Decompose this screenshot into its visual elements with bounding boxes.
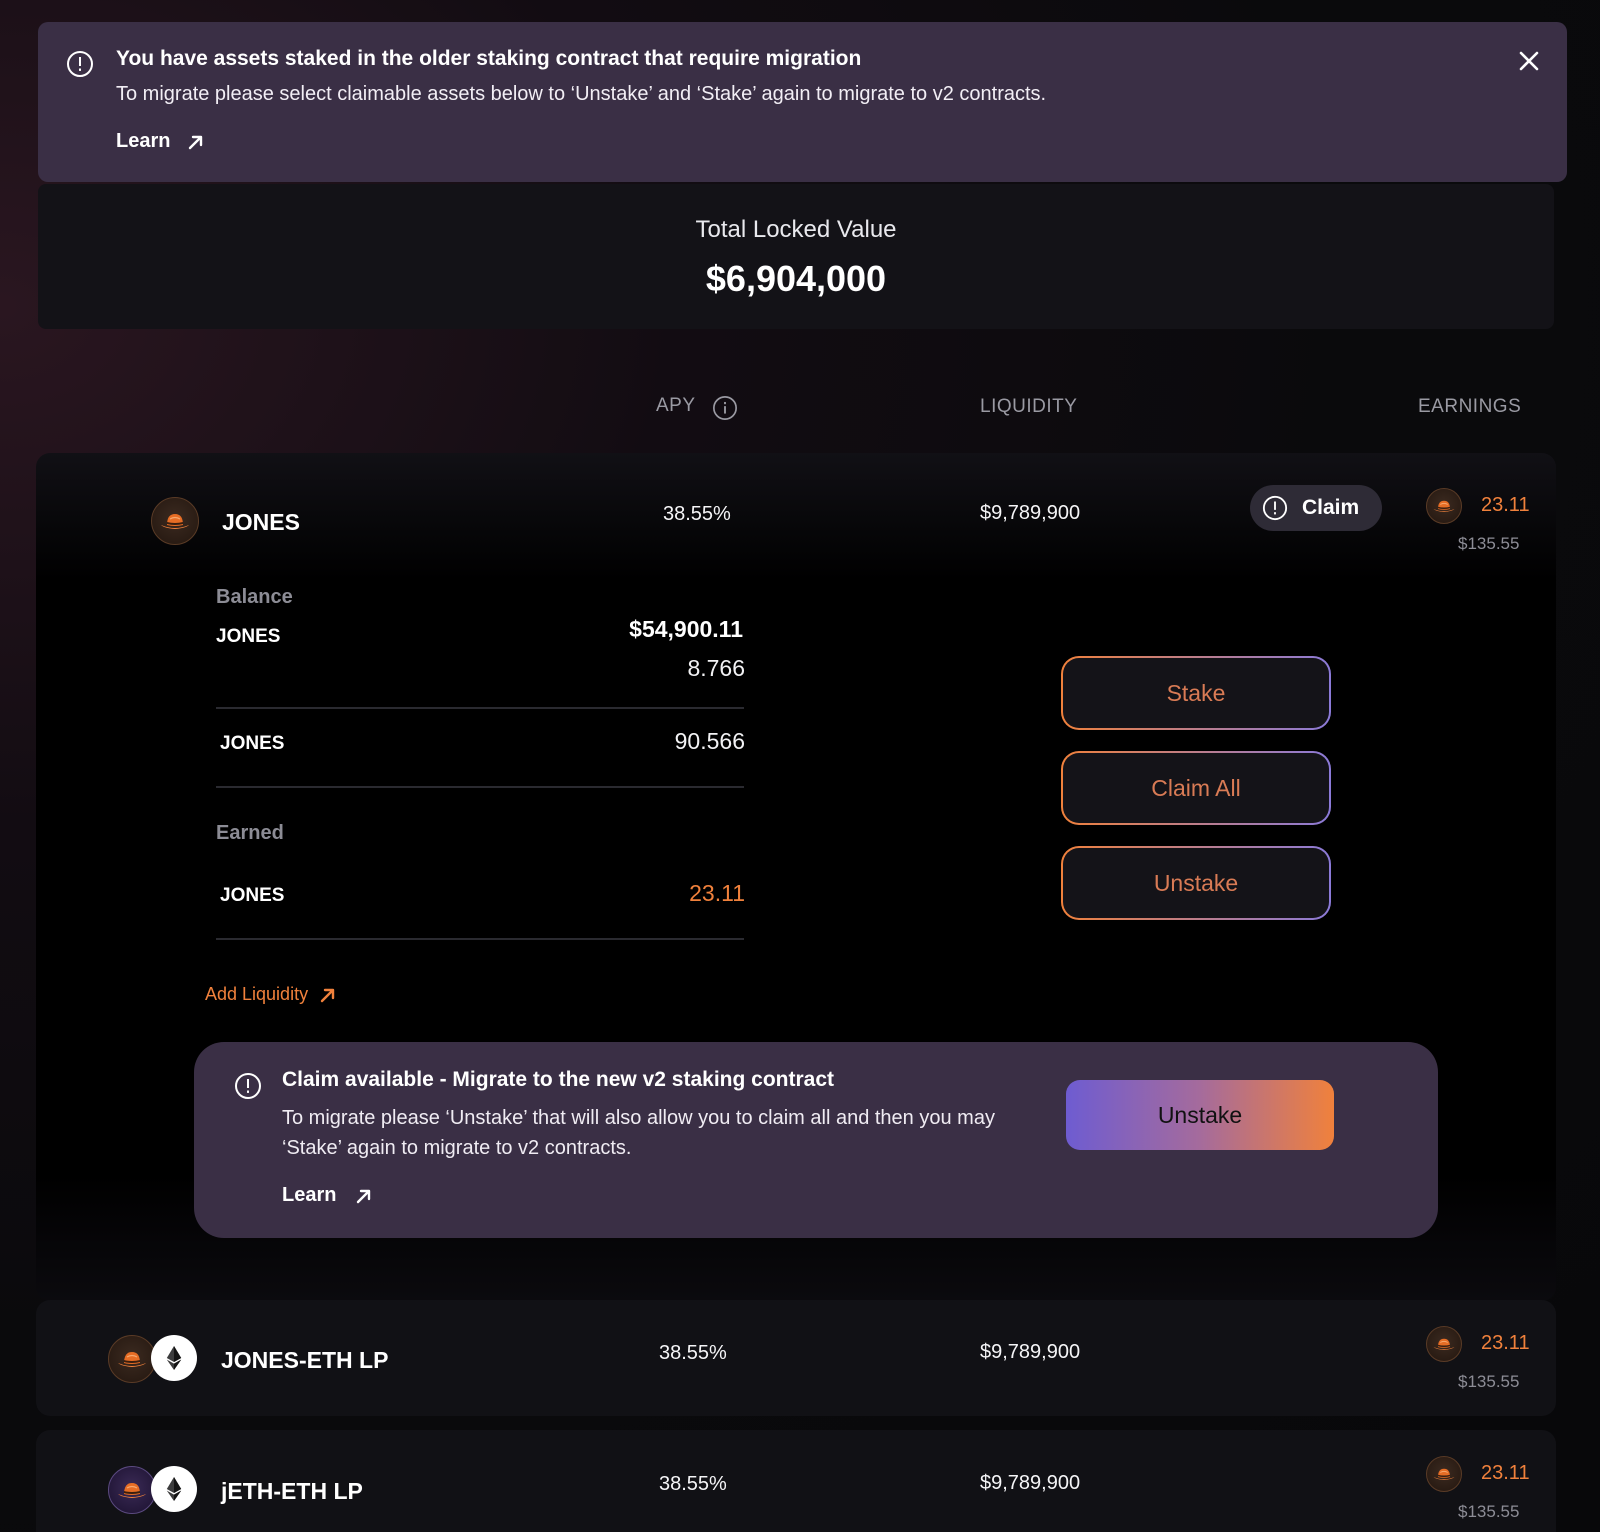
jones-hat-icon <box>1426 1456 1462 1492</box>
stake-label: Stake <box>1166 679 1226 706</box>
tvl-value: $6,904,000 <box>705 258 887 299</box>
pool-apy: 38.55% <box>659 1342 727 1364</box>
banner-description: To migrate please select claimable asset… <box>116 83 1047 105</box>
divider <box>216 938 744 940</box>
pool-liquidity: $9,789,900 <box>980 1341 1081 1363</box>
claim-all-button[interactable]: Claim All <box>1061 751 1331 825</box>
divider <box>216 707 744 709</box>
pool-name: JONES-ETH LP <box>221 1347 389 1373</box>
migrate-description: To migrate please ‘Unstake’ that will al… <box>282 1107 995 1159</box>
pool-apy: 38.55% <box>659 1473 727 1495</box>
jones-hat-icon <box>151 497 199 545</box>
pool-apy: 38.55% <box>663 503 731 525</box>
jones-hat-icon <box>1426 488 1462 524</box>
staked-token: JONES <box>220 733 285 754</box>
add-liquidity-label: Add Liquidity <box>205 984 309 1004</box>
balance-label: Balance <box>216 586 293 608</box>
migration-banner: You have assets staked in the older stak… <box>38 22 1567 182</box>
column-header-liquidity: LIQUIDITY <box>980 396 1078 417</box>
add-liquidity-link[interactable]: Add Liquidity <box>205 984 338 1005</box>
pool-name: JONES <box>222 509 300 535</box>
staked-amount: 90.566 <box>674 728 745 754</box>
jones-hat-icon <box>1426 1326 1462 1362</box>
jeth-token-icon <box>108 1466 156 1514</box>
pool-liquidity: $9,789,900 <box>980 1472 1081 1494</box>
pool-liquidity: $9,789,900 <box>980 502 1081 524</box>
divider <box>216 786 744 788</box>
pool-name: jETH-ETH LP <box>221 1478 363 1504</box>
banner-learn-label: Learn <box>116 130 171 152</box>
migrate-unstake-label: Unstake <box>1157 1101 1243 1128</box>
arrow-up-right-icon <box>186 132 206 152</box>
earnings-usd: $135.55 <box>1458 1502 1520 1521</box>
info-circle-icon <box>66 50 94 78</box>
arrow-up-right-icon <box>354 1186 374 1206</box>
earned-amount: 23.11 <box>689 880 745 906</box>
claim-label: Claim <box>1302 496 1360 519</box>
balance-amount: 8.766 <box>687 655 745 681</box>
migrate-notice: Claim available - Migrate to the new v2 … <box>194 1042 1438 1238</box>
info-circle-icon[interactable] <box>712 395 738 421</box>
tvl-label: Total Locked Value <box>695 216 897 243</box>
claim-button[interactable]: Claim <box>1250 485 1382 531</box>
info-circle-icon <box>1262 495 1288 521</box>
unstake-label: Unstake <box>1153 869 1239 896</box>
close-icon[interactable] <box>1516 48 1542 74</box>
tvl-card: Total Locked Value $6,904,000 <box>38 184 1554 329</box>
migrate-title: Claim available - Migrate to the new v2 … <box>282 1068 834 1091</box>
stake-button[interactable]: Stake <box>1061 656 1331 730</box>
balance-usd: $54,900.11 <box>629 616 743 642</box>
balance-token: JONES <box>216 626 281 647</box>
column-header-apy: APY <box>656 395 696 416</box>
column-header-earnings: EARNINGS <box>1418 396 1522 417</box>
ethereum-icon <box>151 1335 197 1381</box>
claim-all-label: Claim All <box>1151 774 1241 801</box>
migrate-learn-label: Learn <box>282 1184 337 1206</box>
ethereum-icon <box>151 1466 197 1512</box>
banner-learn-link[interactable]: Learn <box>116 130 206 153</box>
banner-title: You have assets staked in the older stak… <box>116 47 862 70</box>
earnings-amount: 23.11 <box>1481 1462 1530 1484</box>
info-circle-icon <box>234 1072 262 1100</box>
earnings-amount: 23.11 <box>1481 1332 1530 1354</box>
earned-label: Earned <box>216 822 284 844</box>
earnings-usd: $135.55 <box>1458 1372 1520 1391</box>
migrate-learn-link[interactable]: Learn <box>282 1184 374 1207</box>
arrow-up-right-icon <box>318 985 338 1005</box>
earnings-amount: 23.11 <box>1481 494 1530 516</box>
migrate-unstake-button[interactable]: Unstake <box>1066 1080 1334 1150</box>
earned-token: JONES <box>220 885 285 906</box>
unstake-button[interactable]: Unstake <box>1061 846 1331 920</box>
earnings-usd: $135.55 <box>1458 534 1520 553</box>
jones-hat-icon <box>108 1335 156 1383</box>
